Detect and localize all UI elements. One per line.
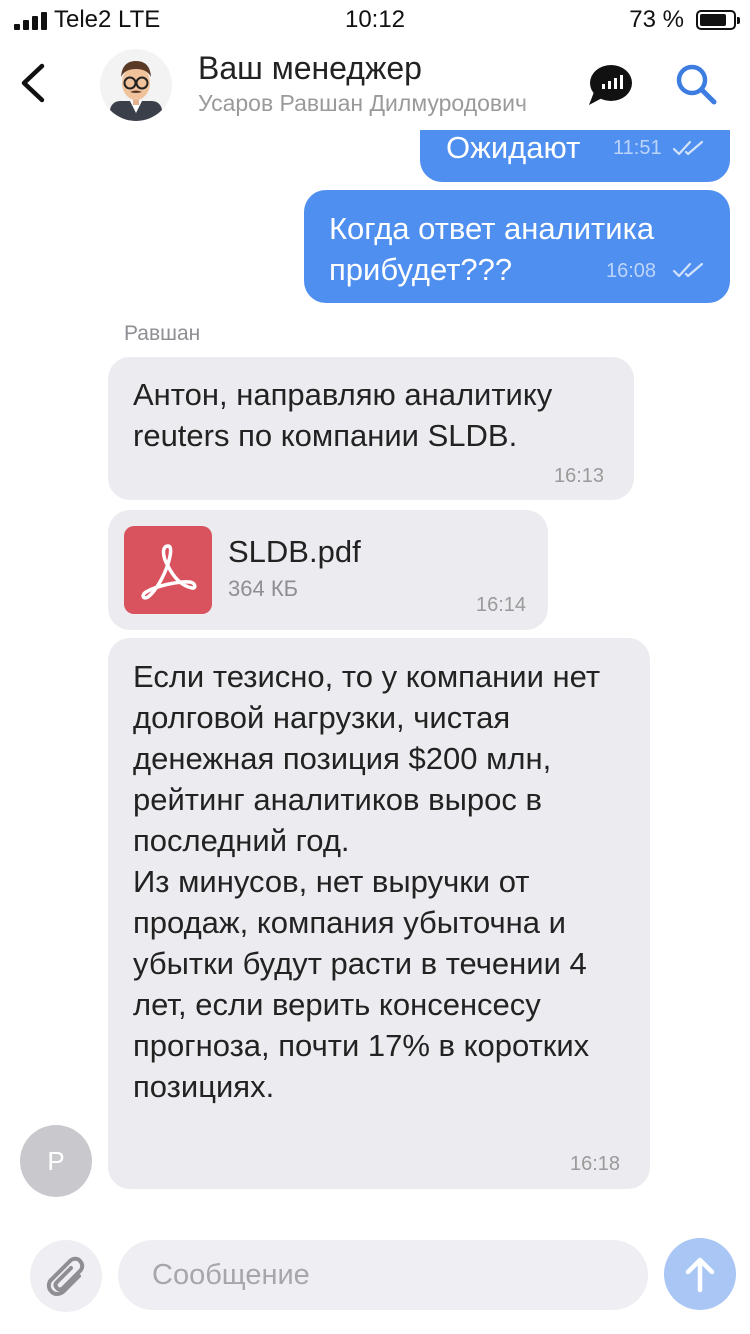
battery-icon [696,10,740,30]
incoming-message[interactable]: Антон, направляю аналитику reuters по ко… [108,357,634,500]
send-button[interactable] [664,1238,736,1310]
back-chevron-icon[interactable] [14,58,54,108]
paperclip-icon [46,1256,85,1296]
sender-name: Равшан [124,322,201,345]
message-time: 16:14 [476,594,527,616]
message-time: 11:51 [613,137,662,159]
file-name: SLDB.pdf [228,534,361,569]
message-text: Если тезисно, то у компании нет долговой… [133,659,601,1104]
search-icon[interactable] [672,60,720,108]
message-time: 16:08 [606,260,657,282]
status-bar: Tele2 LTE 10:12 73 % [0,0,750,40]
message-text: Ожидают [446,130,581,165]
file-attachment-message[interactable]: SLDB.pdf 364 КБ 16:14 [108,510,548,630]
chat-header: Ваш менеджер Усаров Равшан Дилмуродович [0,40,750,130]
message-time: 16:13 [554,465,605,487]
file-size: 364 КБ [228,576,299,601]
message-time: 16:18 [570,1153,621,1175]
message-text: Антон, направляю аналитику reuters по ко… [133,377,553,453]
manager-avatar[interactable] [100,49,172,121]
message-input[interactable] [118,1240,648,1310]
chat-subtitle: Усаров Равшан Дилмуродович [198,90,527,116]
arrow-up-icon [685,1257,715,1293]
subtitle-fade [520,88,572,122]
outgoing-message[interactable]: Когда ответ аналитика прибудет??? 16:08 [304,190,730,303]
read-receipt-icon [672,140,704,156]
incoming-message[interactable]: Если тезисно, то у компании нет долговой… [108,638,650,1189]
chat-title: Ваш менеджер [198,50,422,86]
chat-bubble-icon[interactable] [586,62,634,108]
battery-percent: 73 % [629,6,684,33]
read-receipt-icon [672,262,704,278]
attach-button[interactable] [30,1240,102,1312]
sender-avatar[interactable]: Р [20,1125,92,1197]
pdf-icon [124,526,212,614]
